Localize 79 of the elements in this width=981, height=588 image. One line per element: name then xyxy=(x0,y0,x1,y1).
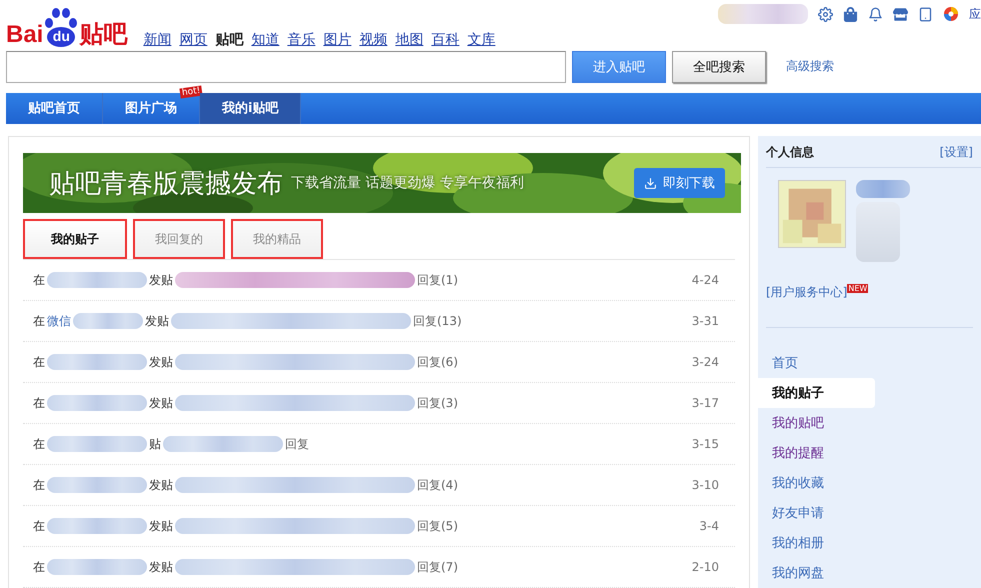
top-link[interactable]: 视频 xyxy=(359,31,388,50)
banner-subtitle: 下载省流量 话题更劲爆 专享午夜福利 xyxy=(291,174,525,192)
sidebar-item[interactable]: 我的贴子 xyxy=(758,378,875,408)
post-action: 发贴 xyxy=(149,272,173,288)
download-button[interactable]: 即刻下载 xyxy=(634,168,725,198)
top-link[interactable]: 贴吧 xyxy=(215,31,244,50)
sidebar-item[interactable]: 我的提醒 xyxy=(758,438,875,468)
post-date: 4-24 xyxy=(692,273,719,287)
reply-count: 回复(6) xyxy=(417,354,458,370)
post-prefix: 在 xyxy=(33,476,45,494)
hot-badge: hot! xyxy=(179,85,203,98)
sidebar-item[interactable]: 我的贴吧 xyxy=(758,408,875,438)
top-link[interactable]: 网页 xyxy=(179,31,208,50)
new-badge: NEW xyxy=(847,284,868,293)
top-link[interactable]: 百科 xyxy=(431,31,460,50)
reply-count: 回复(4) xyxy=(417,476,458,494)
paw-logo: du xyxy=(43,5,80,48)
post-action: 发贴 xyxy=(149,394,173,412)
top-link[interactable]: 图片 xyxy=(323,31,352,50)
sidebar-item[interactable]: 我的网盘 xyxy=(758,558,875,588)
tab[interactable]: 我的贴子 xyxy=(23,219,127,259)
tablet-icon[interactable] xyxy=(918,6,933,22)
top-link[interactable]: 文库 xyxy=(467,31,496,50)
sidebar-item[interactable]: 我的相册 xyxy=(758,528,875,558)
post-action: 贴 xyxy=(149,436,161,452)
apps-label[interactable]: 应 xyxy=(969,6,981,22)
sidebar-item[interactable]: 首页 xyxy=(758,348,875,378)
sidebar-item[interactable]: 我的收藏 xyxy=(758,468,875,498)
top-link[interactable]: 新闻 xyxy=(143,31,172,50)
logo-text: 贴吧 xyxy=(79,23,128,48)
store-icon[interactable] xyxy=(893,6,908,22)
settings-icon[interactable] xyxy=(818,6,833,22)
post-date: 3-10 xyxy=(692,478,719,492)
bell-icon[interactable] xyxy=(868,6,883,22)
forum-link[interactable]: 微信 xyxy=(47,312,71,330)
post-prefix: 在 xyxy=(33,394,45,412)
reply-count: 回复(7) xyxy=(417,558,458,576)
blurred-forum xyxy=(73,313,143,329)
reply-count: 回复(5) xyxy=(417,518,458,534)
banner[interactable]: 贴吧青春版震撼发布 下载省流量 话题更劲爆 专享午夜福利 即刻下载 xyxy=(23,153,741,213)
bag-icon[interactable] xyxy=(843,6,858,22)
post-action: 发贴 xyxy=(149,354,173,370)
blurred-username xyxy=(856,180,910,198)
post-action: 发贴 xyxy=(149,518,173,534)
nav-tab[interactable]: 我的i贴吧 xyxy=(200,92,302,124)
service-center-link[interactable]: [用户服务中心] xyxy=(766,284,848,301)
post-date: 3-4 xyxy=(699,519,719,533)
post-prefix: 在 xyxy=(33,518,45,534)
reply-count: 回复 xyxy=(285,436,309,452)
download-icon xyxy=(644,176,657,190)
top-link[interactable]: 地图 xyxy=(395,31,424,50)
apps-icon[interactable] xyxy=(943,6,959,22)
profile-title: 个人信息 xyxy=(766,144,814,161)
nav-tab[interactable]: 贴吧首页 xyxy=(6,92,103,124)
reply-count: 回复(3) xyxy=(417,394,458,412)
post-action: 发贴 xyxy=(145,312,169,330)
post-date: 3-17 xyxy=(692,396,719,410)
logo-text: Bai xyxy=(6,23,44,48)
post-action: 发贴 xyxy=(149,558,173,576)
advanced-search-link[interactable]: 高级搜索 xyxy=(786,58,834,76)
post-date: 3-24 xyxy=(692,355,719,369)
reply-count: 回复(1) xyxy=(417,272,458,288)
top-link[interactable]: 音乐 xyxy=(287,31,316,50)
top-link[interactable]: 知道 xyxy=(251,31,280,50)
post-prefix: 在 xyxy=(33,272,45,288)
post-action: 发贴 xyxy=(149,476,173,494)
reply-count: 回复(13) xyxy=(413,312,462,330)
post-prefix: 在 xyxy=(33,312,45,330)
settings-link[interactable]: [设置] xyxy=(940,144,973,161)
post-prefix: 在 xyxy=(33,558,45,576)
post-date: 3-15 xyxy=(692,437,719,451)
post-prefix: 在 xyxy=(33,436,45,452)
post-prefix: 在 xyxy=(33,354,45,370)
sidebar-item[interactable]: 好友申请 xyxy=(758,498,875,528)
post-date: 2-10 xyxy=(692,560,719,574)
post-date: 3-31 xyxy=(692,314,719,328)
banner-title: 贴吧青春版震撼发布 xyxy=(49,168,283,200)
search-all-button[interactable]: 全吧搜索 xyxy=(672,50,766,83)
search-field[interactable] xyxy=(6,50,566,83)
